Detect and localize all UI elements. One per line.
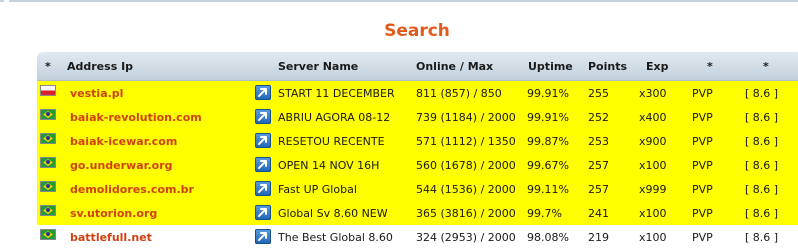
col-star-1[interactable]: * [45,60,51,73]
poland-flag-icon [40,85,56,96]
server-address-link[interactable]: demolidores.com.br [70,183,194,196]
exp-value: x300 [639,87,667,100]
col-exp[interactable]: Exp [646,60,668,73]
server-address-link[interactable]: battlefull.net [70,231,152,244]
brazil-flag-icon [40,181,56,192]
table-header: * Address Ip Server Name Online / Max Up… [37,52,798,81]
version-value: [ 8.6 ] [745,183,779,196]
online-max-value: 571 (1112) / 1350 [416,135,516,148]
uptime-value: 98.08% [527,231,569,244]
server-address-link[interactable]: sv.utorion.org [70,207,157,220]
version-value: [ 8.6 ] [745,207,779,220]
table-row[interactable]: go.underwar.org OPEN 14 NOV 16H 560 (1678)… [37,153,798,177]
server-name: Fast UP Global [278,183,357,196]
external-link-icon[interactable] [255,157,271,172]
pvp-type-value: PVP [692,111,713,124]
external-link-icon[interactable] [255,181,271,196]
exp-value: x400 [639,111,667,124]
exp-value: x100 [639,207,667,220]
server-name: RESETOU RECENTE [278,135,385,148]
col-uptime[interactable]: Uptime [528,60,573,73]
col-server-name[interactable]: Server Name [278,60,358,73]
points-value: 252 [588,111,609,124]
table-row[interactable]: baiak-icewar.com RESETOU RECENTE 571 (1112… [37,129,798,153]
version-value: [ 8.6 ] [745,111,779,124]
brazil-flag-icon [40,133,56,144]
uptime-value: 99.67% [527,159,569,172]
brazil-flag-icon [40,109,56,120]
exp-value: x100 [639,231,667,244]
table-row[interactable]: sv.utorion.org Global Sv 8.60 NEW 365 (381… [37,201,798,225]
table-body: vestia.pl START 11 DECEMBER 811 (857) / 85… [37,81,798,249]
col-star-3[interactable]: * [763,60,769,73]
exp-value: x900 [639,135,667,148]
server-name: ABRIU AGORA 08-12 [278,111,391,124]
exp-value: x999 [639,183,667,196]
points-value: 255 [588,87,609,100]
server-address-link[interactable]: go.underwar.org [70,159,173,172]
page-title: Search [384,21,450,41]
online-max-value: 739 (1184) / 2000 [416,111,516,124]
pvp-type-value: PVP [692,207,713,220]
points-value: 253 [588,135,609,148]
online-max-value: 811 (857) / 850 [416,87,502,100]
col-points[interactable]: Points [588,60,627,73]
col-star-2[interactable]: * [707,60,713,73]
points-value: 257 [588,183,609,196]
server-table: * Address Ip Server Name Online / Max Up… [37,52,798,249]
points-value: 219 [588,231,609,244]
uptime-value: 99.87% [527,135,569,148]
server-address-link[interactable]: baiak-revolution.com [70,111,202,124]
external-link-icon[interactable] [255,133,271,148]
uptime-value: 99.7% [527,207,562,220]
pvp-type-value: PVP [692,87,713,100]
online-max-value: 544 (1536) / 2000 [416,183,516,196]
external-link-icon[interactable] [255,205,271,220]
uptime-value: 99.91% [527,111,569,124]
server-name: Global Sv 8.60 NEW [278,207,388,220]
external-link-icon[interactable] [255,85,271,100]
col-online-max[interactable]: Online / Max [416,60,493,73]
external-link-icon[interactable] [255,109,271,124]
version-value: [ 8.6 ] [745,231,779,244]
server-name: The Best Global 8.60 [278,231,393,244]
table-row[interactable]: demolidores.com.br Fast UP Global 544 (153… [37,177,798,201]
exp-value: x100 [639,159,667,172]
server-address-link[interactable]: baiak-icewar.com [70,135,177,148]
server-name: OPEN 14 NOV 16H [278,159,380,172]
table-row[interactable]: battlefull.net The Best Global 8.60 324 (2… [37,225,798,249]
version-value: [ 8.6 ] [745,159,779,172]
brazil-flag-icon [40,205,56,216]
pvp-type-value: PVP [692,231,713,244]
online-max-value: 324 (2953) / 2000 [416,231,516,244]
uptime-value: 99.11% [527,183,569,196]
table-row[interactable]: baiak-revolution.com ABRIU AGORA 08-12 739… [37,105,798,129]
external-link-icon[interactable] [255,229,271,244]
online-max-value: 560 (1678) / 2000 [416,159,516,172]
table-row[interactable]: vestia.pl START 11 DECEMBER 811 (857) / 85… [37,81,798,105]
version-value: [ 8.6 ] [745,135,779,148]
version-value: [ 8.6 ] [745,87,779,100]
pvp-type-value: PVP [692,159,713,172]
pvp-type-value: PVP [692,135,713,148]
col-address[interactable]: Address Ip [67,60,133,73]
points-value: 257 [588,159,609,172]
brazil-flag-icon [40,229,56,240]
online-max-value: 365 (3816) / 2000 [416,207,516,220]
brazil-flag-icon [40,157,56,168]
pvp-type-value: PVP [692,183,713,196]
server-address-link[interactable]: vestia.pl [70,87,123,100]
top-divider [0,0,798,4]
uptime-value: 99.91% [527,87,569,100]
points-value: 241 [588,207,609,220]
server-name: START 11 DECEMBER [278,87,395,100]
